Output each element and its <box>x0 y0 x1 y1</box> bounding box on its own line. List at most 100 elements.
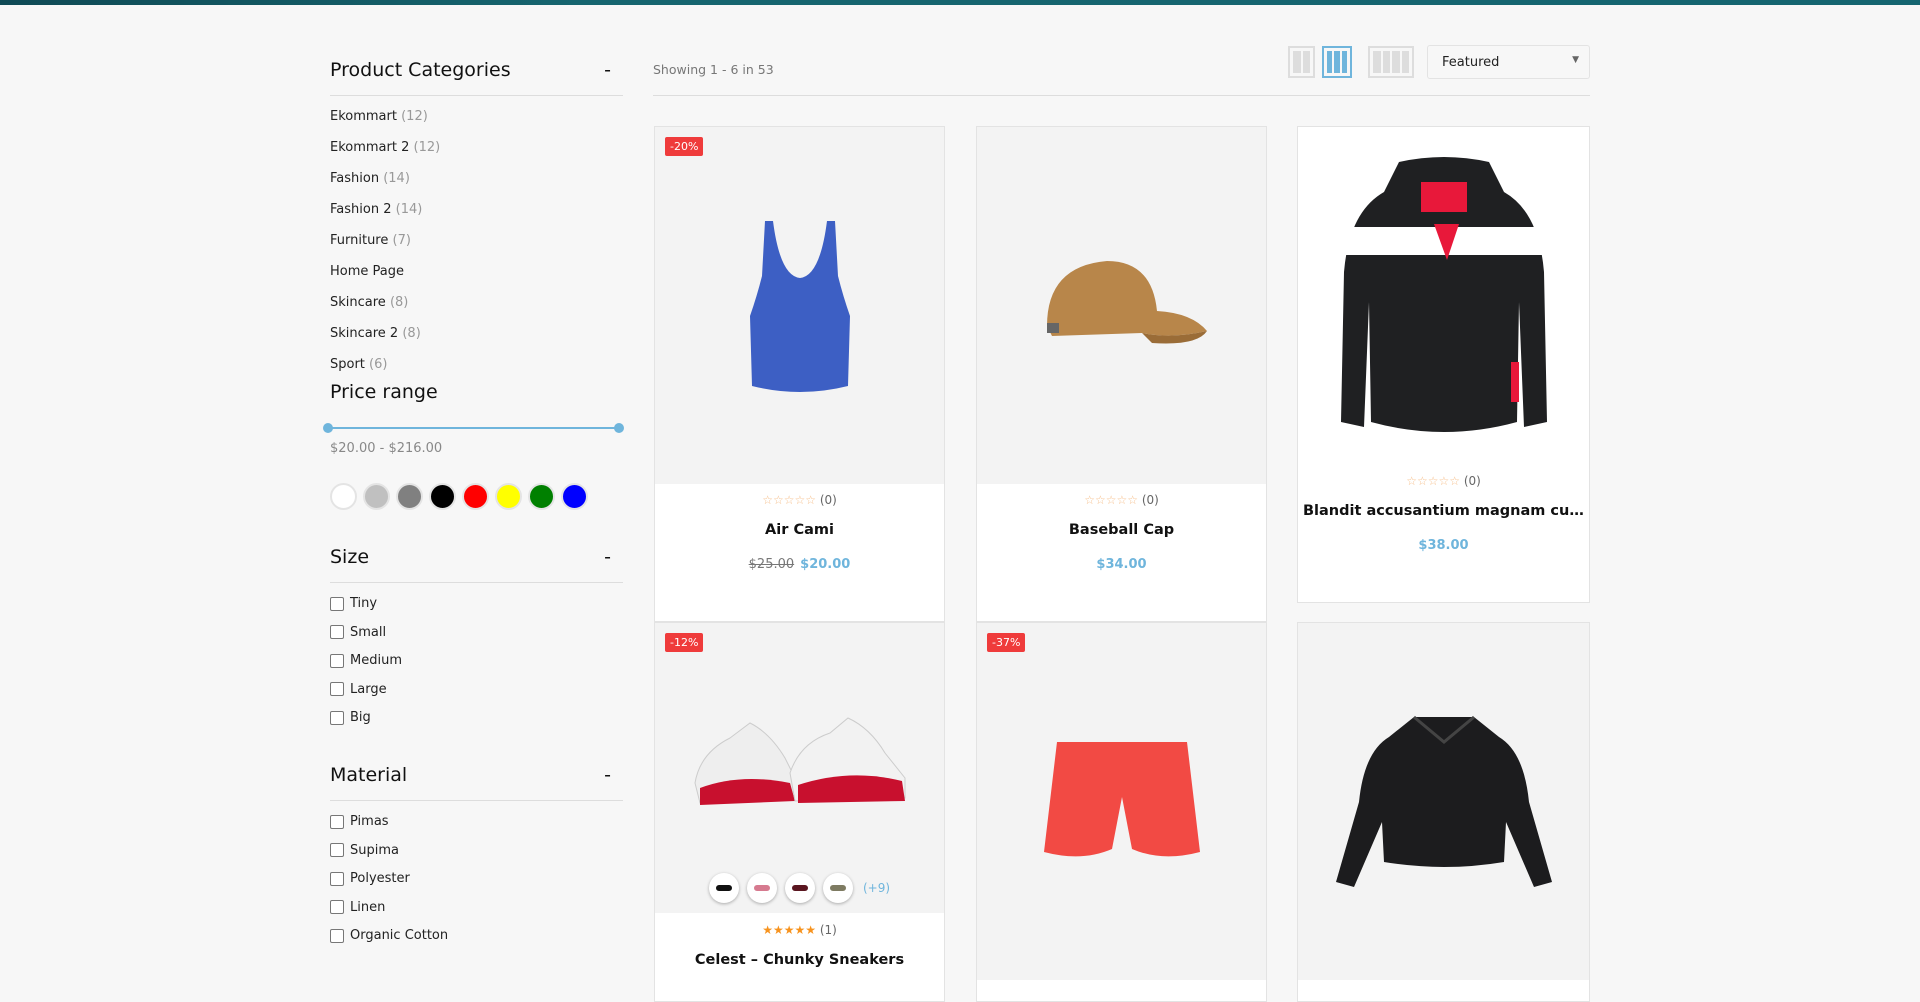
size-filter-option[interactable]: Small <box>330 625 386 640</box>
material-filter-option[interactable]: Organic Cotton <box>330 928 448 943</box>
product-name[interactable]: Baseball Cap <box>977 522 1266 538</box>
variant-thumbnail[interactable] <box>785 873 815 903</box>
checkbox[interactable] <box>330 843 344 858</box>
category-link[interactable]: Furniture (7) <box>330 233 411 248</box>
color-swatch[interactable] <box>462 483 489 510</box>
category-link[interactable]: Skincare (8) <box>330 295 408 310</box>
category-name: Ekommart <box>330 109 397 124</box>
product-card[interactable]: -12% (+9) ★★★★★ (1) Celest – Chunky Snea… <box>654 622 945 1002</box>
leather-jacket-image <box>1335 715 1552 887</box>
more-variants[interactable]: (+9) <box>863 881 890 895</box>
divider <box>653 95 1590 96</box>
checkbox[interactable] <box>330 871 344 886</box>
color-swatch[interactable] <box>495 483 522 510</box>
collapse-size-button[interactable]: - <box>604 546 611 568</box>
divider <box>330 800 623 801</box>
product-image[interactable] <box>977 127 1266 484</box>
category-name: Furniture <box>330 233 389 248</box>
price-slider-min-handle[interactable] <box>323 423 333 433</box>
collapse-material-button[interactable]: - <box>604 764 611 786</box>
product-card[interactable]: -37% <box>976 622 1267 1002</box>
color-swatch[interactable] <box>561 483 588 510</box>
product-image[interactable] <box>1298 623 1589 980</box>
size-filter-option[interactable]: Big <box>330 710 371 725</box>
discount-badge: -12% <box>665 633 704 652</box>
ski-jacket-image <box>1340 157 1547 432</box>
checkbox[interactable] <box>330 814 344 829</box>
material-filter-option[interactable]: Linen <box>330 900 385 915</box>
variant-thumbnail[interactable] <box>823 873 853 903</box>
sort-value: Featured <box>1442 55 1500 70</box>
tank-top-image <box>749 220 850 392</box>
size-filter-option[interactable]: Tiny <box>330 596 377 611</box>
product-name[interactable]: Celest – Chunky Sneakers <box>655 952 944 968</box>
price-range-text: $20.00 - $216.00 <box>330 441 443 456</box>
category-link[interactable]: Ekommart 2 (12) <box>330 140 440 155</box>
material-title: Material - <box>330 764 611 786</box>
category-link[interactable]: Fashion (14) <box>330 171 410 186</box>
category-name: Fashion 2 <box>330 202 392 217</box>
product-image[interactable] <box>1298 127 1589 467</box>
category-link[interactable]: Ekommart (12) <box>330 109 428 124</box>
material-filter-option[interactable]: Supima <box>330 843 399 858</box>
category-count: (8) <box>402 326 421 341</box>
variant-thumbnail[interactable] <box>747 873 777 903</box>
category-link[interactable]: Fashion 2 (14) <box>330 202 422 217</box>
discount-badge: -20% <box>665 137 704 156</box>
view-4-columns-button[interactable] <box>1368 46 1414 78</box>
checkbox[interactable] <box>330 653 344 668</box>
category-count: (7) <box>392 233 411 248</box>
material-filter-option[interactable]: Polyester <box>330 871 410 886</box>
product-name[interactable]: Blandit accusantium magnam cura... <box>1298 503 1589 519</box>
divider <box>330 95 623 96</box>
shorts-image <box>1043 741 1200 856</box>
product-card[interactable] <box>1297 622 1590 1002</box>
color-swatch[interactable] <box>396 483 423 510</box>
product-card[interactable]: -20% ☆☆☆☆☆ (0) Air Cami $25.00 $20.00 <box>654 126 945 622</box>
size-filter-option[interactable]: Large <box>330 682 387 697</box>
checkbox[interactable] <box>330 596 344 611</box>
size-filter-option[interactable]: Medium <box>330 653 402 668</box>
color-swatch[interactable] <box>330 483 357 510</box>
category-link[interactable]: Sport (6) <box>330 357 387 372</box>
rating: ☆☆☆☆☆ (0) <box>762 493 837 507</box>
checkbox[interactable] <box>330 900 344 915</box>
collapse-categories-button[interactable]: - <box>604 59 611 81</box>
option-label: Small <box>350 624 387 640</box>
product-image[interactable] <box>655 127 944 484</box>
color-swatch[interactable] <box>528 483 555 510</box>
material-filter-option[interactable]: Pimas <box>330 814 389 829</box>
top-bar <box>0 0 1920 5</box>
price-slider[interactable] <box>328 427 620 429</box>
checkbox[interactable] <box>330 625 344 640</box>
category-count: (6) <box>369 357 388 372</box>
category-link[interactable]: Skincare 2 (8) <box>330 326 421 341</box>
variant-thumbnail[interactable] <box>709 873 739 903</box>
product-card[interactable]: ☆☆☆☆☆ (0) Blandit accusantium magnam cur… <box>1297 126 1590 603</box>
color-swatch[interactable] <box>363 483 390 510</box>
option-label: Tiny <box>350 596 378 611</box>
checkbox[interactable] <box>330 928 344 943</box>
product-card[interactable]: ☆☆☆☆☆ (0) Baseball Cap $34.00 <box>976 126 1267 622</box>
view-2-columns-button[interactable] <box>1288 46 1315 78</box>
sort-select[interactable]: Featured ▼ <box>1427 45 1590 79</box>
product-image[interactable] <box>977 623 1266 980</box>
view-3-columns-button[interactable] <box>1322 46 1352 78</box>
price-slider-max-handle[interactable] <box>614 423 624 433</box>
checkbox[interactable] <box>330 710 344 725</box>
category-name: Ekommart 2 <box>330 140 410 155</box>
checkbox[interactable] <box>330 682 344 697</box>
sneakers-image <box>693 717 905 805</box>
option-label: Large <box>350 681 387 697</box>
rating: ☆☆☆☆☆ (0) <box>1406 474 1481 488</box>
category-link[interactable]: Home Page <box>330 264 404 279</box>
product-image[interactable] <box>655 623 944 913</box>
option-label: Organic Cotton <box>350 928 449 944</box>
chevron-down-icon: ▼ <box>1572 55 1579 65</box>
option-label: Linen <box>350 899 386 915</box>
categories-title: Product Categories - <box>330 59 611 81</box>
color-swatch[interactable] <box>429 483 456 510</box>
size-title: Size - <box>330 546 611 568</box>
product-name[interactable]: Air Cami <box>655 522 944 538</box>
showing-count: Showing 1 - 6 in 53 <box>653 62 774 77</box>
